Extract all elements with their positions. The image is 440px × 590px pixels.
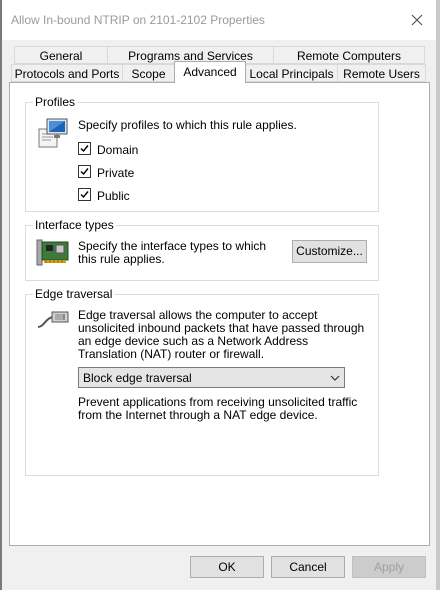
close-icon [411, 14, 423, 26]
edge-traversal-group-title: Edge traversal [33, 287, 115, 301]
profiles-description: Specify profiles to which this rule appl… [78, 118, 297, 132]
chevron-down-icon [330, 375, 340, 381]
private-label: Private [97, 166, 135, 180]
interface-types-group-title: Interface types [33, 218, 116, 232]
apply-button[interactable]: Apply [352, 556, 426, 578]
tab-local-principals[interactable]: Local Principals [245, 64, 338, 82]
checkmark-icon [80, 191, 89, 199]
advanced-tab-panel: Profiles Specify profiles to which this … [9, 82, 430, 546]
public-label: Public [97, 189, 130, 203]
tab-general[interactable]: General [14, 46, 108, 64]
window-left-edge [0, 0, 2, 590]
network-card-icon [36, 239, 69, 266]
domain-checkbox[interactable] [78, 142, 91, 155]
close-button[interactable] [402, 6, 432, 34]
tab-scope[interactable]: Scope [122, 64, 175, 82]
tab-advanced[interactable]: Advanced [174, 61, 246, 83]
tab-protocols-and-ports[interactable]: Protocols and Ports [11, 64, 123, 82]
profiles-group-title: Profiles [33, 95, 78, 109]
edge-traversal-description: Edge traversal allows the computer to ac… [78, 308, 365, 361]
edge-traversal-selected: Block edge traversal [83, 371, 192, 385]
cancel-button[interactable]: Cancel [271, 556, 345, 578]
edge-traversal-selected-help: Prevent applications from receiving unso… [78, 395, 358, 422]
ok-button[interactable]: OK [190, 556, 264, 578]
profiles-group: Profiles Specify profiles to which this … [25, 95, 379, 212]
interface-types-description: Specify the interface types to which thi… [78, 239, 267, 266]
checkmark-icon [80, 145, 89, 153]
computer-monitor-icon [38, 118, 68, 148]
tab-remote-users[interactable]: Remote Users [337, 64, 426, 82]
private-checkbox[interactable] [78, 165, 91, 178]
window-title: Allow In-bound NTRIP on 2101-2102 Proper… [11, 13, 265, 27]
interface-types-group: Interface types Specify the interface ty… [25, 218, 379, 281]
edge-traversal-group: Edge traversal Edge traversal allows the… [25, 287, 379, 476]
customize-button[interactable]: Customize... [292, 240, 367, 263]
tab-remote-computers[interactable]: Remote Computers [273, 46, 425, 64]
public-checkbox[interactable] [78, 188, 91, 201]
network-cable-icon [37, 311, 69, 328]
title-bar: Allow In-bound NTRIP on 2101-2102 Proper… [2, 0, 436, 40]
window-right-edge [436, 0, 440, 590]
edge-traversal-dropdown[interactable]: Block edge traversal [78, 367, 345, 388]
checkmark-icon [80, 168, 89, 176]
domain-label: Domain [97, 143, 139, 157]
